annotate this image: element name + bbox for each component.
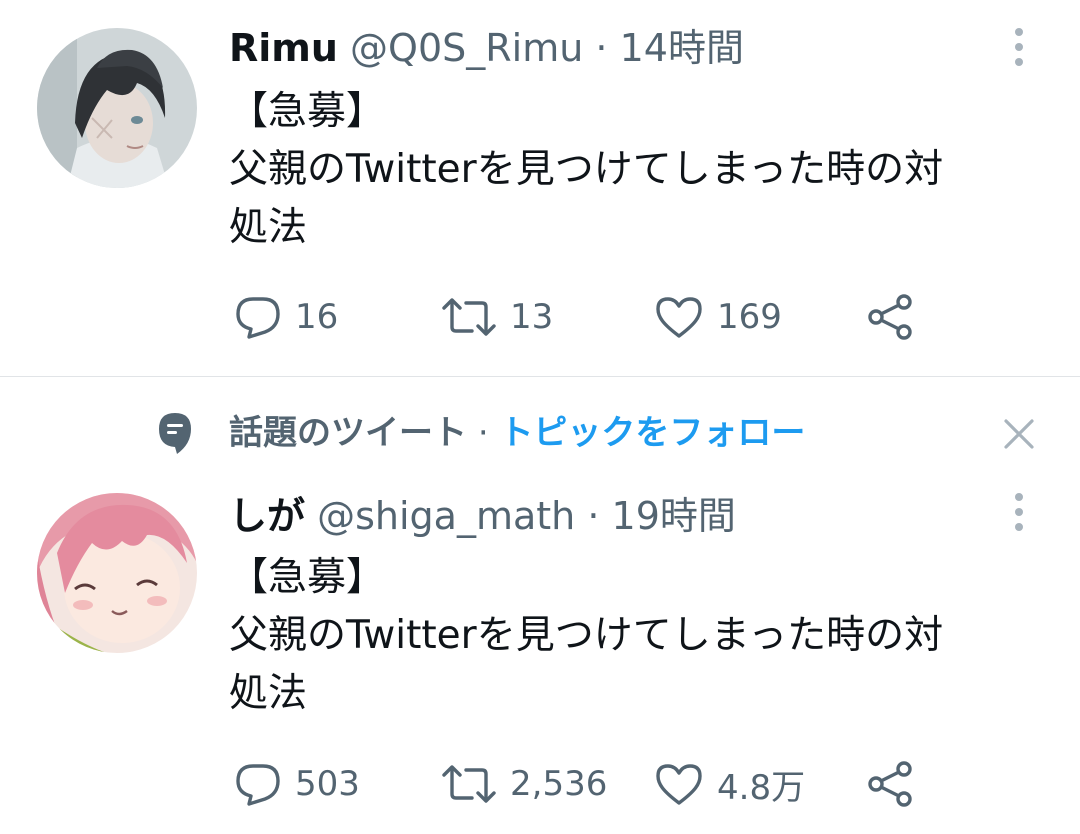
more-options-icon[interactable]: [1004, 490, 1034, 534]
avatar[interactable]: [37, 493, 197, 653]
like-button[interactable]: 169: [655, 292, 782, 342]
tweet[interactable]: Rimu @Q0S_Rimu · 14時間 【急募】 父親のTwitterを見つ…: [0, 0, 1080, 376]
reply-button[interactable]: 16: [235, 292, 338, 342]
display-name[interactable]: しが: [229, 494, 305, 538]
display-name[interactable]: Rimu: [229, 26, 338, 70]
tweet[interactable]: 話題のツイート · トピックをフォロー しが @shiga_math · 19時…: [0, 377, 1080, 834]
like-count: 4.8万: [717, 767, 806, 808]
retweet-icon: [442, 298, 496, 336]
separator-dot: ·: [587, 494, 600, 538]
share-icon: [868, 761, 912, 807]
tweet-header: しが @shiga_math · 19時間: [229, 494, 736, 538]
reply-icon: [236, 764, 280, 806]
tweet-text-line: 処法: [229, 671, 308, 716]
reply-button[interactable]: 503: [235, 759, 360, 809]
tweet-text-line: 【急募】: [229, 555, 386, 600]
retweet-button[interactable]: 2,536: [442, 759, 607, 809]
share-button[interactable]: [866, 292, 914, 342]
heart-icon: [656, 297, 702, 338]
separator-dot: ·: [477, 413, 489, 453]
share-icon: [868, 294, 912, 340]
avatar[interactable]: [37, 28, 197, 188]
reply-count: 16: [295, 297, 339, 337]
reply-count: 503: [295, 764, 360, 804]
follow-topic-link[interactable]: トピックをフォロー: [499, 413, 805, 453]
close-icon[interactable]: [1002, 417, 1036, 451]
tweet-text-line: 【急募】: [229, 89, 386, 134]
timestamp[interactable]: 19時間: [612, 494, 736, 538]
separator-dot: ·: [595, 26, 608, 70]
tweet-text: 【急募】 父親のTwitterを見つけてしまった時の対 処法: [229, 83, 1059, 257]
user-handle[interactable]: @shiga_math: [317, 494, 575, 538]
tweet-actions: 503 2,536 4.8万: [229, 759, 949, 809]
avatar-pink-hair-anime-icon: [37, 493, 197, 653]
retweet-button[interactable]: 13: [442, 292, 553, 342]
heart-icon: [656, 764, 702, 805]
speech-bubble-icon: [159, 413, 191, 454]
tweet-text-line: 父親のTwitterを見つけてしまった時の対: [229, 147, 944, 192]
social-context: 話題のツイート · トピックをフォロー: [0, 409, 1080, 459]
avatar-dark-hair-person-icon: [37, 28, 197, 188]
retweet-icon: [442, 765, 496, 803]
like-button[interactable]: 4.8万: [655, 759, 805, 809]
more-options-icon[interactable]: [1004, 25, 1034, 69]
tweet-text: 【急募】 父親のTwitterを見つけてしまった時の対 処法: [229, 549, 1059, 723]
topic-label: 話題のツイート: [229, 413, 467, 453]
share-button[interactable]: [866, 759, 914, 809]
timestamp[interactable]: 14時間: [620, 26, 744, 70]
reply-icon: [236, 297, 280, 339]
tweet-header: Rimu @Q0S_Rimu · 14時間: [229, 26, 744, 70]
tweet-text-line: 処法: [229, 205, 308, 250]
retweet-count: 2,536: [510, 764, 608, 804]
tweet-actions: 16 13 169: [229, 292, 949, 342]
retweet-count: 13: [510, 297, 554, 337]
like-count: 169: [717, 297, 782, 337]
tweet-text-line: 父親のTwitterを見つけてしまった時の対: [229, 613, 944, 658]
user-handle[interactable]: @Q0S_Rimu: [350, 26, 583, 70]
